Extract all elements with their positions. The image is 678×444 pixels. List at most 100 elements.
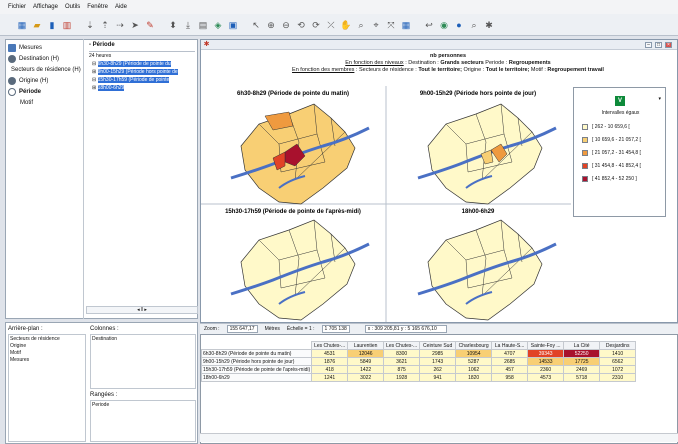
table-cell: 4573 [527, 373, 565, 382]
table-cell: 4707 [491, 349, 529, 358]
collapse-icon[interactable]: - [89, 42, 91, 48]
zoom-icon[interactable]: ⇣ [84, 19, 96, 31]
table-horizontal-scrollbar[interactable] [200, 433, 678, 442]
horizontal-scrollbar[interactable]: ◂ ‖ ▸ [86, 306, 198, 314]
zoom-box-icon[interactable]: ⌕ [355, 19, 367, 31]
report-icon[interactable]: ⤓ [182, 19, 194, 31]
zoom-out-icon[interactable]: ⊖ [280, 19, 292, 31]
dimension-item-destination[interactable]: Destination (H) [8, 53, 80, 64]
table-cell: 2985 [419, 349, 457, 358]
rows-item[interactable]: Periode [92, 402, 194, 409]
map-panel-night: 18h00-6h29 [416, 209, 558, 322]
zoom-prev-icon[interactable]: ⟲ [295, 19, 307, 31]
restore-button[interactable]: □ [655, 42, 662, 48]
column-header[interactable]: Sainte-Foy ... [527, 341, 565, 350]
find-icon[interactable]: ● [453, 19, 465, 31]
table-cell: 5287 [455, 357, 493, 366]
scale-label: Échelle = 1 : [286, 326, 315, 332]
dimension-item-periode[interactable]: Période [8, 86, 80, 97]
column-header[interactable]: La Cité [563, 341, 601, 350]
table-row[interactable]: 18h00-6h29 1241 3022 1928 941 1820 958 4… [201, 373, 637, 382]
dimension-item-motif[interactable]: Motif [8, 97, 80, 108]
period-item-3[interactable]: ⊟ 15h30-17h59 (Période de pointe [89, 76, 195, 84]
period-item-1[interactable]: ⊟ 6h30-8h29 (Période de pointe du [89, 60, 195, 68]
pointer-icon[interactable]: ➤ [129, 19, 141, 31]
cursor-icon[interactable]: ↖ [250, 19, 262, 31]
sort-icon[interactable]: ⇢ [114, 19, 126, 31]
dimension-item-mesures[interactable]: Mesures [8, 42, 80, 53]
select-icon[interactable]: ⬍ [167, 19, 179, 31]
layer-icon[interactable]: ⤧ [385, 19, 397, 31]
open-icon[interactable]: ▰ [31, 19, 43, 31]
layout-panes: Arrière-plan : Secteurs de résidence Ori… [5, 322, 198, 444]
chart-icon[interactable]: ▥ [61, 19, 73, 31]
table-row[interactable]: 6h30-8h29 (Période de pointe du matin) 4… [201, 349, 637, 358]
close-button[interactable]: × [665, 42, 672, 48]
period-item-2[interactable]: ⊞ 9h00-15h29 (Période hors pointe de [89, 68, 195, 76]
table-cell: 1743 [419, 357, 457, 366]
menu-aide[interactable]: Aide [115, 4, 127, 10]
legend-menu-icon[interactable]: ▾ [658, 96, 661, 102]
pan-icon[interactable]: ⤫ [325, 19, 337, 31]
column-header[interactable]: Charlesbourg [455, 341, 493, 350]
zoom-all-icon[interactable]: ⌖ [370, 19, 382, 31]
map-icon[interactable]: ▤ [197, 19, 209, 31]
column-header[interactable]: Ceinture Sud [419, 341, 457, 350]
menu-affichage[interactable]: Affichage [33, 4, 58, 10]
map-panel-morning: 6h30-8h29 (Période de pointe du matin) [229, 91, 371, 206]
table-cell: 1876 [311, 357, 349, 366]
menu-fenetre[interactable]: Fenêtre [87, 4, 108, 10]
menu-bar: Fichier Affichage Outils Fenêtre Aide [0, 0, 678, 14]
table-row[interactable]: 9h00-15h29 (Période hors pointe de jour)… [201, 357, 637, 366]
column-header[interactable]: La Haute-S... [491, 341, 529, 350]
legend-item: [ 21 057,2 - 31 454,8 [ [582, 150, 641, 156]
hand-icon[interactable]: ✋ [340, 19, 352, 31]
minimize-button[interactable]: – [645, 42, 652, 48]
menu-outils[interactable]: Outils [65, 4, 80, 10]
map-levels-line: En fonction des niveaux : Destination : … [345, 60, 551, 66]
background-pane[interactable]: Secteurs de résidence Origine Motif Mesu… [8, 334, 86, 442]
origin-icon [8, 76, 16, 85]
table-row[interactable]: 15h30-17h59 (Période de pointe de l'aprè… [201, 365, 637, 374]
table-cell: 457 [491, 365, 529, 374]
table-icon[interactable]: ⇡ [99, 19, 111, 31]
scale-field[interactable]: 1 705 138 [321, 325, 350, 333]
chart2-icon[interactable]: ▣ [227, 19, 239, 31]
columns-item[interactable]: Destination [92, 336, 194, 343]
dimension-item-origine[interactable]: Origine (H) [8, 75, 80, 86]
table-cell: 3621 [383, 357, 421, 366]
table-cell: 958 [491, 373, 529, 382]
zoom-in-icon[interactable]: ⊕ [265, 19, 277, 31]
column-header[interactable]: Laurentien [347, 341, 385, 350]
map-members-line: En fonction des membres : Secteurs de ré… [292, 67, 604, 73]
measure-icon[interactable]: ▦ [400, 19, 412, 31]
background-item[interactable]: Mesures [10, 357, 84, 364]
extra-icon[interactable]: ✱ [483, 19, 495, 31]
zoom-next-icon[interactable]: ⟳ [310, 19, 322, 31]
column-header[interactable]: Les Chutes-... [311, 341, 349, 350]
period-root[interactable]: 24 heures [89, 52, 195, 60]
label-icon[interactable]: ◉ [438, 19, 450, 31]
background-item[interactable]: Secteurs de résidence [10, 336, 84, 343]
print-icon[interactable]: ⌕ [468, 19, 480, 31]
menu-fichier[interactable]: Fichier [8, 4, 26, 10]
small-multiples-map[interactable]: 6h30-8h29 (Période de pointe du matin) 9… [201, 86, 571, 322]
background-item[interactable]: Motif [10, 350, 84, 357]
grid-icon[interactable]: ◈ [212, 19, 224, 31]
zoom-field[interactable]: 155 647,17 [226, 325, 258, 333]
new-icon[interactable]: ▦ [16, 19, 28, 31]
rows-pane[interactable]: Periode [90, 400, 196, 442]
column-header[interactable]: Les Chutes-... [383, 341, 421, 350]
dimension-item-secteurs[interactable]: Secteurs de résidence (H) [8, 64, 81, 75]
info-icon[interactable]: ↩ [423, 19, 435, 31]
table-cell: 418 [311, 365, 349, 374]
save-icon[interactable]: ▮ [46, 19, 58, 31]
background-item[interactable]: Origine [10, 343, 84, 350]
period-item-4[interactable]: ⊞ 18h00-6h29 [89, 84, 195, 92]
column-header[interactable]: Desjardins [599, 341, 637, 350]
table-cell: 39343 [527, 349, 565, 358]
table-cell: 2685 [491, 357, 529, 366]
paint-icon[interactable]: ✎ [144, 19, 156, 31]
table-cell: 17725 [563, 357, 601, 366]
columns-pane[interactable]: Destination [90, 334, 196, 389]
